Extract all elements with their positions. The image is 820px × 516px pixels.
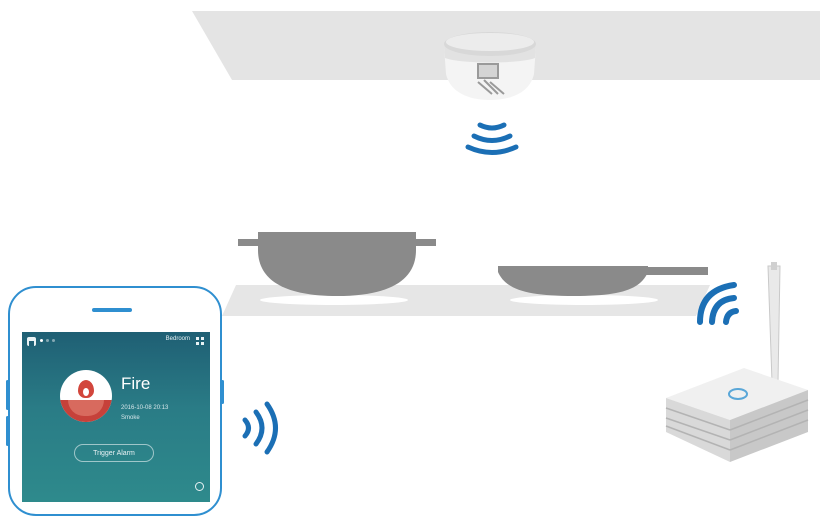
- smoke-detector: [444, 32, 536, 100]
- alarm-timestamp: 2016-10-08 20:13: [121, 405, 169, 411]
- phone-side-button: [6, 380, 9, 410]
- page-dot: [52, 339, 55, 342]
- page-dot: [40, 339, 43, 342]
- gear-icon[interactable]: [195, 482, 204, 491]
- trigger-alarm-button[interactable]: Trigger Alarm: [74, 444, 154, 462]
- alarm-badge: [60, 370, 112, 422]
- grid-icon[interactable]: [196, 337, 204, 345]
- app-screen: Bedroom Fire 2016-10-08 20:13 Smoke Trig…: [22, 332, 210, 502]
- phone-speaker: [92, 308, 132, 312]
- alarm-type: Smoke: [121, 415, 140, 421]
- app-header: Bedroom: [22, 332, 210, 350]
- phone-side-button: [6, 416, 9, 446]
- page-indicator: [40, 339, 55, 342]
- room-label[interactable]: Bedroom: [166, 336, 190, 342]
- alarm-title: Fire: [121, 374, 151, 393]
- phone-signal-icon: [242, 401, 278, 455]
- phone-power-button: [221, 380, 224, 404]
- flame-icon: [78, 380, 94, 398]
- burner-left: [260, 295, 408, 305]
- smartphone: Bedroom Fire 2016-10-08 20:13 Smoke Trig…: [6, 286, 224, 516]
- burner-right: [510, 295, 658, 305]
- detector-signal-icon: [465, 122, 519, 155]
- home-icon[interactable]: [27, 337, 36, 346]
- page-dot: [46, 339, 49, 342]
